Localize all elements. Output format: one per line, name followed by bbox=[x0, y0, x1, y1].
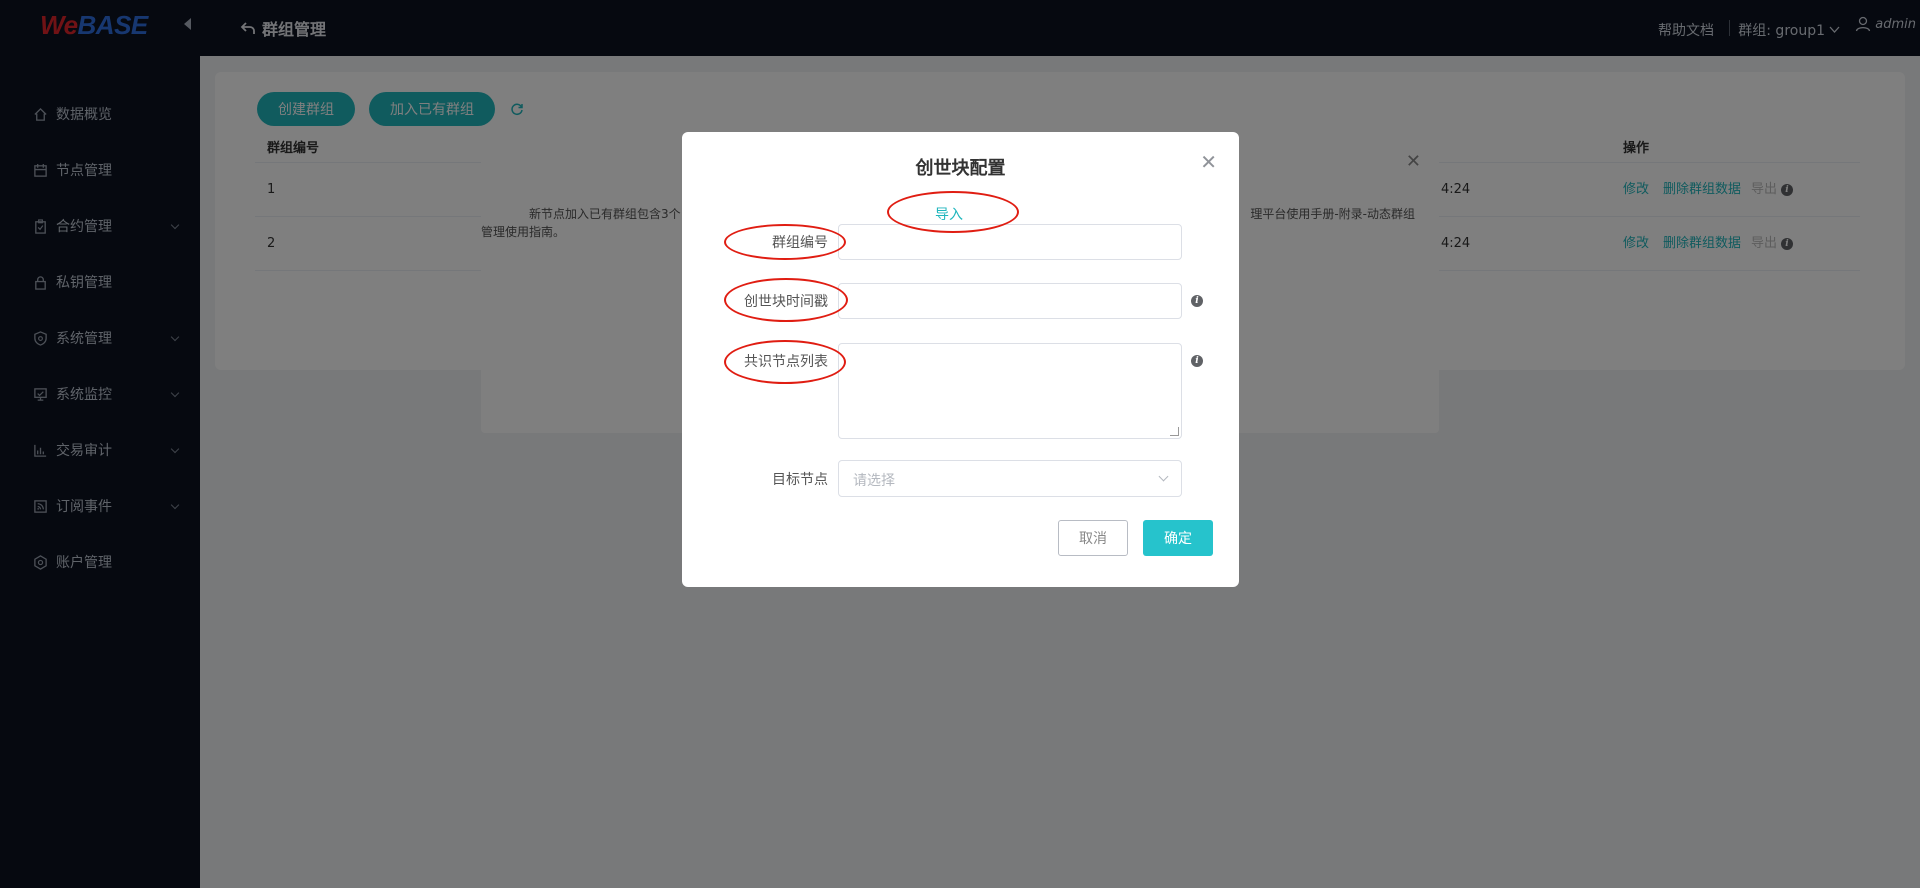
chevron-down-icon bbox=[1158, 471, 1169, 482]
confirm-button[interactable]: 确定 bbox=[1143, 520, 1213, 556]
consensus-nodes-textarea[interactable] bbox=[838, 343, 1182, 439]
modal-title: 创世块配置 bbox=[915, 158, 1006, 179]
resize-handle-icon[interactable] bbox=[1170, 427, 1179, 436]
cancel-button[interactable]: 取消 bbox=[1058, 520, 1128, 556]
genesis-timestamp-input[interactable] bbox=[838, 283, 1182, 319]
annotation-ellipse-consensus bbox=[724, 340, 846, 384]
target-node-label: 目标节点 bbox=[772, 472, 828, 488]
info-icon[interactable]: i bbox=[1191, 355, 1203, 367]
annotation-ellipse-import bbox=[887, 191, 1019, 233]
annotation-ellipse-group-id bbox=[724, 224, 846, 260]
close-icon[interactable]: ✕ bbox=[1200, 152, 1217, 172]
group-id-input[interactable] bbox=[838, 224, 1182, 260]
genesis-config-modal: 创世块配置 ✕ 导入 群组编号 创世块时间戳 i 共识节点列表 i 目标节点 请… bbox=[682, 132, 1239, 587]
target-node-placeholder: 请选择 bbox=[853, 473, 895, 489]
annotation-ellipse-timestamp bbox=[724, 278, 848, 322]
info-icon[interactable]: i bbox=[1191, 295, 1203, 307]
target-node-select[interactable]: 请选择 bbox=[838, 460, 1182, 497]
